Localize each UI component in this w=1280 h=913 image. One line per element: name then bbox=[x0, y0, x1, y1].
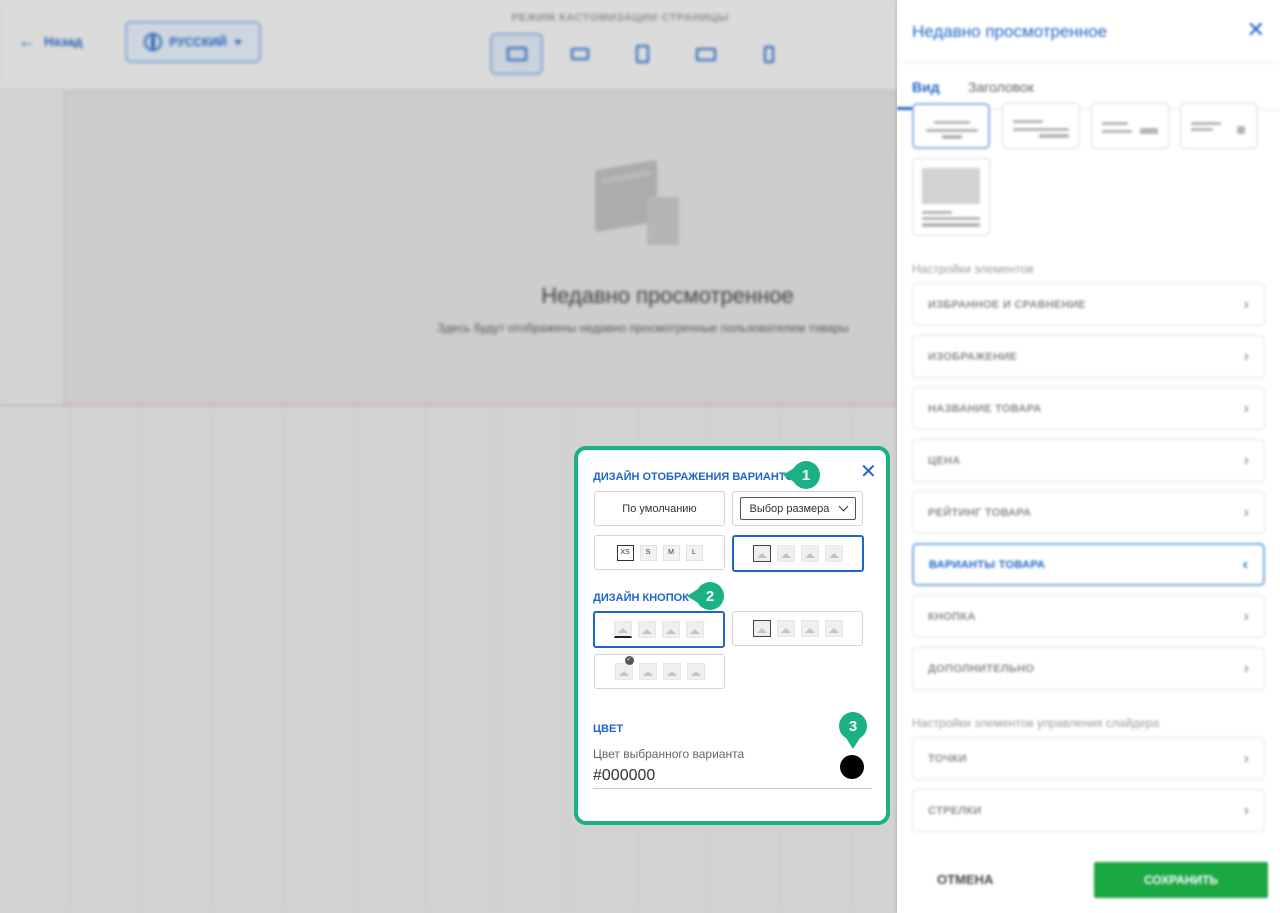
layout-option-4[interactable] bbox=[1180, 103, 1258, 149]
save-button[interactable]: СОХРАНИТЬ bbox=[1094, 862, 1268, 898]
image-placeholder-icon bbox=[824, 620, 843, 637]
cancel-button[interactable]: ОТМЕНА bbox=[937, 872, 993, 887]
accordion-label: ТОЧКИ bbox=[928, 752, 967, 765]
layout-option-5[interactable] bbox=[912, 158, 990, 236]
chevron-right-icon: › bbox=[1243, 399, 1249, 417]
elements-section-label: Настройки элементов bbox=[912, 262, 1034, 276]
accordion-dots[interactable]: ТОЧКИ › bbox=[912, 737, 1265, 780]
accordion-label: КНОПКА bbox=[928, 610, 976, 623]
variant-style-default[interactable]: По умолчанию bbox=[594, 491, 725, 526]
color-swatch[interactable] bbox=[840, 755, 864, 779]
variants-design-popup: ✕ ДИЗАЙН ОТОБРАЖЕНИЯ ВАРИАНТОВ 1 По умол… bbox=[574, 446, 890, 825]
layout-option-2[interactable] bbox=[1002, 103, 1080, 149]
button-style-underline[interactable] bbox=[593, 611, 725, 648]
accordion-favorites[interactable]: ИЗБРАННОЕ И СРАВНЕНИЕ › bbox=[912, 283, 1265, 326]
image-placeholder-icon bbox=[662, 663, 681, 680]
close-icon[interactable]: ✕ bbox=[860, 462, 877, 482]
accordion-button[interactable]: КНОПКА › bbox=[912, 595, 1265, 638]
color-heading: ЦВЕТ bbox=[593, 723, 624, 735]
chevron-right-icon: › bbox=[1243, 503, 1249, 521]
accordion-image[interactable]: ИЗОБРАЖЕНИЕ › bbox=[912, 335, 1265, 378]
checked-variant: ✓ bbox=[614, 656, 634, 680]
buttons-design-heading: ДИЗАЙН КНОПОК bbox=[593, 592, 689, 604]
image-placeholder-icon bbox=[825, 545, 843, 562]
settings-panel: Недавно просмотренное ✕ Вид Заголовок На… bbox=[897, 0, 1280, 913]
accordion-product-name[interactable]: НАЗВАНИЕ ТОВАРА › bbox=[912, 387, 1265, 430]
check-icon: ✓ bbox=[624, 656, 634, 665]
accordion-arrows[interactable]: СТРЕЛКИ › bbox=[912, 789, 1265, 832]
slider-section-label: Настройки элементов управления слайдера bbox=[912, 716, 1160, 730]
accordion-rating[interactable]: РЕЙТИНГ ТОВАРА › bbox=[912, 491, 1265, 534]
variant-style-size-buttons[interactable]: XS S M L bbox=[594, 535, 725, 570]
selected-variant-color-label: Цвет выбранного варианта bbox=[593, 747, 745, 761]
accordion-additional[interactable]: ДОПОЛНИТЕЛЬНО › bbox=[912, 647, 1265, 690]
panel-header: Недавно просмотренное ✕ bbox=[897, 0, 1280, 63]
callout-badge-1: 1 bbox=[783, 461, 820, 489]
callout-badge-3: 3 bbox=[839, 712, 867, 749]
accordion-label: ДОПОЛНИТЕЛЬНО bbox=[928, 662, 1035, 675]
chevron-right-icon: › bbox=[1243, 347, 1249, 365]
chevron-right-icon: › bbox=[1243, 749, 1249, 767]
accordion-label: ЦЕНА bbox=[928, 454, 961, 467]
image-placeholder-icon bbox=[638, 621, 656, 638]
accordion-label: НАЗВАНИЕ ТОВАРА bbox=[928, 402, 1042, 415]
image-placeholder-icon bbox=[800, 620, 819, 637]
image-placeholder-icon bbox=[776, 620, 795, 637]
accordion-label: РЕЙТИНГ ТОВАРА bbox=[928, 506, 1032, 519]
image-placeholder-icon bbox=[614, 663, 633, 680]
accordion-label: ВАРИАНТЫ ТОВАРА bbox=[929, 558, 1046, 571]
button-style-border[interactable] bbox=[732, 611, 863, 646]
accordion-label: СТРЕЛКИ bbox=[928, 804, 982, 817]
image-placeholder-icon bbox=[753, 545, 771, 562]
layout-option-1[interactable] bbox=[912, 103, 990, 149]
size-chip: M bbox=[662, 544, 680, 561]
image-placeholder-icon bbox=[686, 621, 704, 638]
panel-footer: ОТМЕНА СОХРАНИТЬ bbox=[897, 845, 1280, 913]
layout-option-3[interactable] bbox=[1091, 103, 1169, 149]
color-input-underline bbox=[593, 788, 872, 789]
panel-title: Недавно просмотренное bbox=[912, 22, 1108, 41]
chevron-right-icon: › bbox=[1243, 659, 1249, 677]
accordion-label: ИЗОБРАЖЕНИЕ bbox=[928, 350, 1018, 363]
accordion-price[interactable]: ЦЕНА › bbox=[912, 439, 1265, 482]
tab-view[interactable]: Вид bbox=[912, 79, 940, 95]
image-placeholder-icon bbox=[638, 663, 657, 680]
image-placeholder-icon bbox=[686, 663, 705, 680]
chevron-right-icon: › bbox=[1243, 801, 1249, 819]
callout-badge-2: 2 bbox=[687, 582, 724, 610]
tab-heading[interactable]: Заголовок bbox=[968, 79, 1034, 95]
image-placeholder-icon bbox=[777, 545, 795, 562]
size-chip: S bbox=[639, 544, 657, 561]
chevron-right-icon: › bbox=[1243, 607, 1249, 625]
variants-design-heading: ДИЗАЙН ОТОБРАЖЕНИЯ ВАРИАНТОВ bbox=[593, 471, 802, 483]
image-placeholder-icon bbox=[752, 620, 771, 637]
size-chip: XS bbox=[616, 544, 634, 561]
accordion-label: ИЗБРАННОЕ И СРАВНЕНИЕ bbox=[928, 298, 1086, 311]
button-style-check[interactable]: ✓ bbox=[594, 654, 725, 689]
size-select-preview: Выбор размера bbox=[739, 497, 856, 520]
selected-variant-color-input[interactable]: #000000 bbox=[593, 767, 655, 785]
close-icon[interactable]: ✕ bbox=[1247, 19, 1265, 41]
image-placeholder-icon bbox=[662, 621, 680, 638]
accordion-variants[interactable]: ВАРИАНТЫ ТОВАРА ‹ bbox=[912, 543, 1265, 586]
chevron-right-icon: › bbox=[1243, 451, 1249, 469]
chevron-right-icon: › bbox=[1243, 295, 1249, 313]
size-chip: L bbox=[685, 544, 703, 561]
variant-style-image-buttons[interactable] bbox=[732, 535, 864, 572]
variant-style-dropdown[interactable]: Выбор размера bbox=[732, 491, 863, 526]
size-select-label: Выбор размера bbox=[749, 502, 830, 515]
image-placeholder-icon bbox=[614, 621, 632, 638]
chevron-down-icon bbox=[838, 501, 848, 512]
variant-style-default-label: По умолчанию bbox=[622, 502, 697, 515]
image-placeholder-icon bbox=[801, 545, 819, 562]
chevron-left-icon: ‹ bbox=[1242, 555, 1248, 573]
